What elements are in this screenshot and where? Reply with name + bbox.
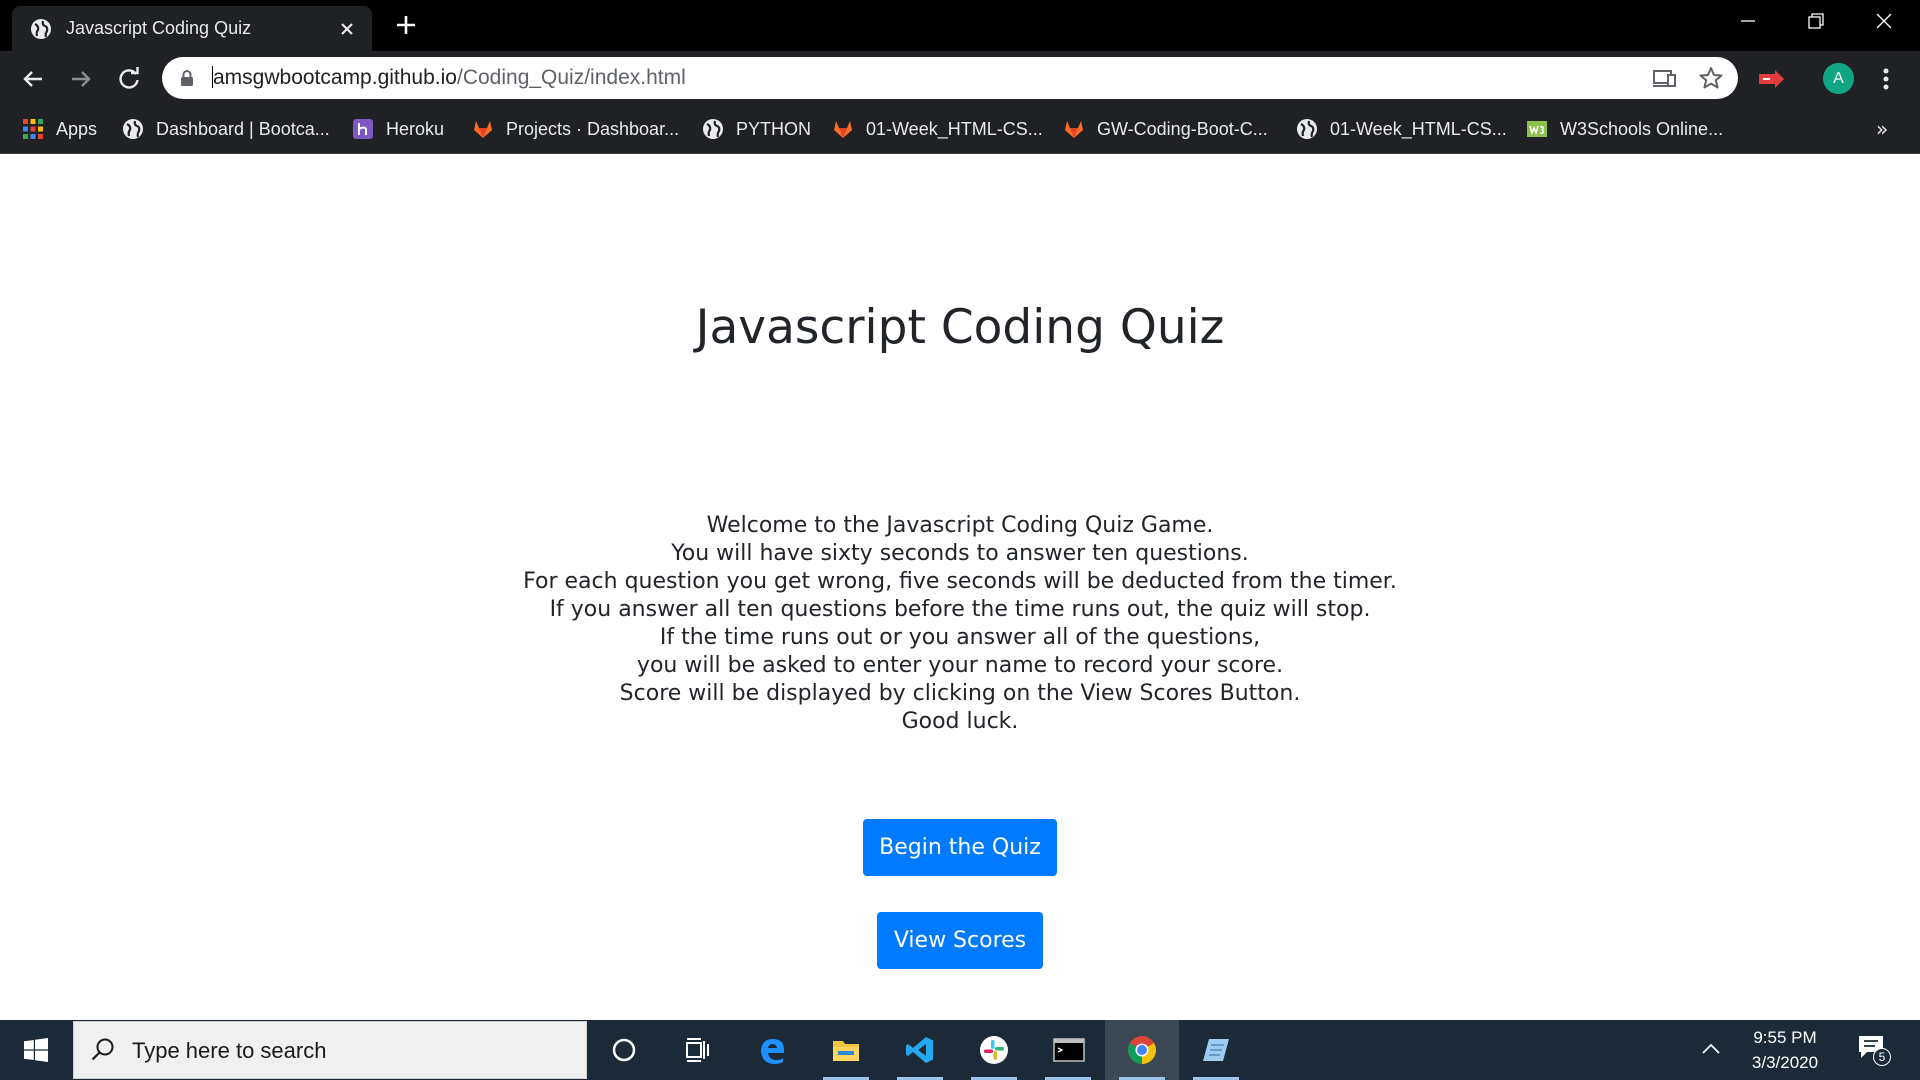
bookmark-projects[interactable]: Projects · Dashboar... (472, 115, 679, 143)
url-host: amsgwbootcamp.github.io (213, 66, 457, 89)
taskbar-file-explorer[interactable] (809, 1020, 883, 1080)
search-icon (91, 1038, 114, 1061)
minimize-icon (1741, 20, 1755, 22)
bookmark-dashboard[interactable]: Dashboard | Bootca... (122, 115, 330, 143)
globe-icon (703, 119, 723, 139)
edge-icon (761, 1039, 784, 1064)
vscode-icon (906, 1037, 933, 1063)
bookmark-label: W3Schools Online... (1560, 118, 1724, 139)
apps-grid-icon (23, 119, 43, 139)
instruction-line: Good luck. (901, 709, 1019, 734)
file-explorer-icon (833, 1041, 859, 1061)
forward-arrow-icon[interactable] (66, 64, 96, 94)
close-tab-icon[interactable] (336, 18, 358, 40)
search-placeholder: Type here to search (132, 1038, 327, 1063)
restore-icon (1808, 13, 1824, 29)
taskbar-slack[interactable] (957, 1020, 1031, 1080)
close-icon (1876, 13, 1892, 29)
page-title: Javascript Coding Quiz (695, 300, 1225, 355)
w3schools-icon (1527, 121, 1547, 137)
taskbar-cortana[interactable] (587, 1020, 661, 1080)
bookmark-heroku[interactable]: Heroku (352, 115, 444, 143)
bookmark-gw-coding[interactable]: GW-Coding-Boot-C... (1063, 115, 1268, 143)
bookmark-label: 01-Week_HTML-CS... (1330, 118, 1507, 139)
lock-icon[interactable] (180, 69, 194, 87)
slack-icon (980, 1036, 1008, 1064)
address-bar[interactable]: amsgwbootcamp.github.io/Coding_Quiz/inde… (162, 57, 1738, 99)
restore-window-button[interactable] (1782, 0, 1850, 42)
bookmark-label: 01-Week_HTML-CS... (866, 118, 1043, 139)
bookmark-w3schools[interactable]: W3Schools Online... (1526, 115, 1723, 143)
gitlab-icon (1065, 121, 1083, 138)
begin-quiz-button[interactable]: Begin the Quiz (863, 819, 1057, 876)
quiz-instructions: Welcome to the Javascript Coding Quiz Ga… (0, 512, 1920, 736)
reload-icon[interactable] (114, 64, 144, 94)
instruction-line: You will have sixty seconds to answer te… (671, 541, 1249, 566)
more-menu-icon[interactable] (1876, 65, 1896, 93)
bookmark-star-icon[interactable] (1698, 66, 1724, 90)
bookmark-label: Apps (56, 118, 98, 139)
taskbar-vscode[interactable] (883, 1020, 957, 1080)
instruction-line: Welcome to the Javascript Coding Quiz Ga… (706, 513, 1214, 538)
gitlab-icon (474, 121, 492, 138)
new-tab-icon[interactable] (393, 12, 419, 38)
task-view-icon (686, 1038, 709, 1062)
system-clock[interactable]: 9:55 PM 3/3/2020 (1730, 1025, 1840, 1075)
bookmark-week-html-2[interactable]: 01-Week_HTML-CS... (1296, 115, 1507, 143)
taskbar-task-view[interactable] (661, 1020, 735, 1080)
view-scores-button[interactable]: View Scores (877, 912, 1043, 969)
url-path: /Coding_Quiz/index.html (456, 66, 686, 89)
bookmark-week-html-1[interactable]: 01-Week_HTML-CS... (832, 115, 1043, 143)
globe-icon (1297, 119, 1317, 139)
terminal-icon (1053, 1038, 1085, 1062)
instruction-line: If you answer all ten questions before t… (549, 597, 1371, 622)
globe-icon (123, 119, 143, 139)
bookmark-python[interactable]: PYTHON (702, 115, 811, 143)
notification-count-badge: 5 (1873, 1048, 1891, 1066)
bookmark-label: Dashboard | Bootca... (156, 118, 330, 139)
browser-toolbar: amsgwbootcamp.github.io/Coding_Quiz/inde… (0, 51, 1920, 105)
bookmarks-bar: Apps Dashboard | Bootca... Heroku Projec… (0, 105, 1920, 154)
clock-time: 9:55 PM (1753, 1028, 1817, 1047)
globe-icon (31, 19, 51, 39)
page-content: Javascript Coding Quiz Welcome to the Ja… (0, 154, 1920, 1020)
bookmark-label: Projects · Dashboar... (506, 118, 680, 139)
notepad-icon (1203, 1039, 1229, 1061)
taskbar-notepad[interactable] (1179, 1020, 1253, 1080)
browser-tab-active[interactable]: Javascript Coding Quiz (12, 6, 372, 51)
bookmark-label: Heroku (386, 118, 445, 139)
browser-tab-strip: Javascript Coding Quiz (0, 0, 1920, 51)
instruction-line: Score will be displayed by clicking on t… (619, 681, 1301, 706)
taskbar-edge[interactable] (735, 1020, 809, 1080)
windows-logo-icon (24, 1038, 48, 1062)
action-center-button[interactable]: 5 (1857, 1034, 1891, 1068)
taskbar-chrome[interactable] (1105, 1020, 1179, 1080)
bookmark-label: GW-Coding-Boot-C... (1097, 118, 1268, 139)
extension-icon[interactable] (1756, 66, 1786, 92)
cast-device-icon[interactable] (1652, 66, 1678, 90)
heroku-icon (353, 119, 373, 139)
instruction-line: For each question you get wrong, five se… (523, 569, 1397, 594)
minimize-window-button[interactable] (1714, 0, 1782, 42)
close-window-button[interactable] (1850, 0, 1918, 42)
bookmark-label: PYTHON (736, 118, 812, 139)
taskbar-search-input[interactable]: Type here to search (73, 1021, 587, 1079)
instruction-line: you will be asked to enter your name to … (636, 653, 1284, 678)
chevron-up-icon[interactable] (1700, 1038, 1722, 1060)
back-arrow-icon[interactable] (18, 64, 48, 94)
tab-title: Javascript Coding Quiz (66, 18, 252, 38)
instruction-line: If the time runs out or you answer all o… (659, 625, 1261, 650)
bookmark-apps[interactable]: Apps (22, 115, 97, 143)
profile-avatar[interactable]: A (1823, 63, 1854, 94)
gitlab-icon (834, 121, 852, 138)
taskbar-terminal[interactable] (1031, 1020, 1105, 1080)
url-text[interactable]: amsgwbootcamp.github.io/Coding_Quiz/inde… (212, 66, 686, 90)
chrome-icon (1128, 1036, 1156, 1064)
cortana-icon (612, 1038, 636, 1062)
bookmarks-overflow-chevron[interactable]: » (1876, 117, 1888, 141)
start-button[interactable] (0, 1020, 72, 1080)
clock-date: 3/3/2020 (1751, 1053, 1819, 1072)
windows-taskbar: Type here to search 9:55 PM 3/3/2020 5 (0, 1020, 1920, 1080)
